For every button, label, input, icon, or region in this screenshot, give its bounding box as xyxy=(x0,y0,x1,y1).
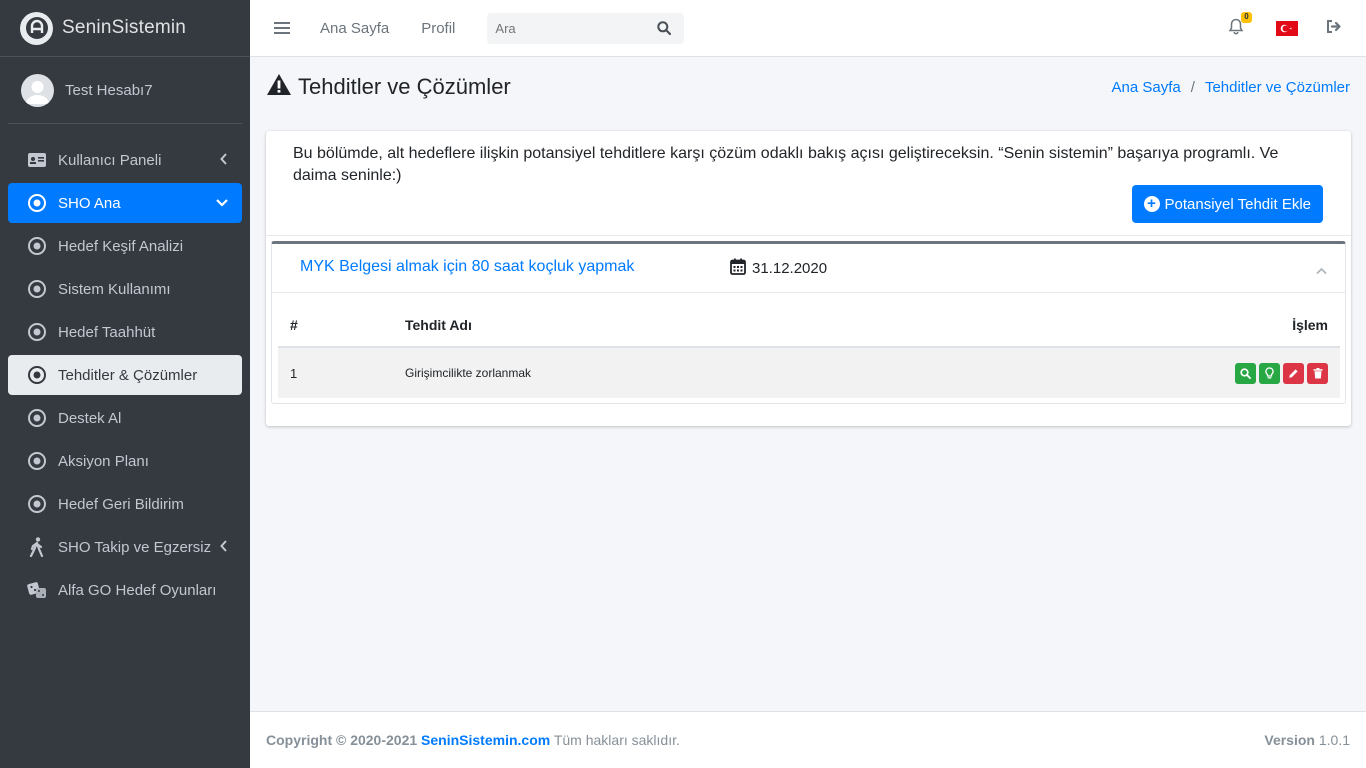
goal-date-text: 31.12.2020 xyxy=(752,260,828,277)
row-num: 1 xyxy=(290,365,298,381)
sidebar-item-hedef-geri-bildirim[interactable]: Hedef Geri Bildirim xyxy=(8,484,242,524)
search-box xyxy=(487,12,685,44)
footer-version: Version 1.0.1 xyxy=(1264,732,1350,748)
col-name-header: Tehdit Adı xyxy=(405,317,472,333)
brand-name: SeninSistemin xyxy=(62,17,187,38)
page-title: Tehditler ve Çözümler xyxy=(266,73,511,102)
sidebar-item-label: SHO Ana xyxy=(58,194,121,212)
solution-lightbulb-button[interactable] xyxy=(1259,362,1280,384)
warning-icon xyxy=(266,73,292,102)
dot-circle-icon xyxy=(26,493,48,515)
calendar-icon xyxy=(730,258,746,279)
hamburger-menu-icon[interactable] xyxy=(274,19,290,37)
sidebar-item-destek-al[interactable]: Destek Al xyxy=(8,398,242,438)
sidebar-item-tehditler-cozumler[interactable]: Tehditler & Çözümler xyxy=(8,355,242,395)
chevron-up-icon[interactable] xyxy=(1316,262,1327,280)
breadcrumb-current[interactable]: Tehditler ve Çözümler xyxy=(1205,79,1350,96)
bullseye-icon xyxy=(26,192,48,214)
plus-circle-icon: + xyxy=(1143,196,1160,212)
walking-icon xyxy=(26,536,48,558)
footer-copyright: Copyright © 2020-2021 SeninSistemin.com … xyxy=(266,732,680,748)
version-number: 1.0.1 xyxy=(1318,732,1350,748)
sidebar-item-label: Destek Al xyxy=(58,409,122,427)
turkey-flag-icon[interactable] xyxy=(1276,21,1298,36)
sidebar-item-aksiyon-plani[interactable]: Aksiyon Planı xyxy=(8,441,242,481)
chevron-left-icon xyxy=(220,152,228,169)
sidebar-item-sho-ana[interactable]: SHO Ana xyxy=(8,183,242,223)
dot-circle-icon xyxy=(26,321,48,343)
version-label: Version xyxy=(1264,732,1315,748)
sidebar-item-alfa-go[interactable]: Alfa GO Hedef Oyunları xyxy=(8,570,242,610)
footer-site-link[interactable]: SeninSistemin.com xyxy=(421,732,550,748)
sidebar-item-label: Aksiyon Planı xyxy=(58,452,149,470)
sidebar-item-hedef-taahhut[interactable]: Hedef Taahhüt xyxy=(8,312,242,352)
search-input[interactable] xyxy=(487,12,648,44)
page-header: Tehditler ve Çözümler Ana Sayfa / Tehdit… xyxy=(250,57,1366,117)
dot-circle-icon xyxy=(26,364,48,386)
goal-title-link[interactable]: MYK Belgesi almak için 80 saat koçluk ya… xyxy=(300,258,634,276)
avatar xyxy=(21,73,54,107)
user-panel[interactable]: Test Hesabı7 xyxy=(8,57,242,124)
delete-button[interactable] xyxy=(1307,362,1328,384)
view-button[interactable] xyxy=(1235,362,1256,384)
notification-bell-icon[interactable]: 0 xyxy=(1228,11,1252,40)
top-right-tools: 0 xyxy=(1228,0,1366,57)
goal-date: 31.12.2020 xyxy=(730,258,827,279)
top-link-profil[interactable]: Profil xyxy=(421,20,455,37)
sidebar-item-label: Hedef Geri Bildirim xyxy=(58,495,184,513)
edit-button[interactable] xyxy=(1283,362,1304,384)
id-card-icon xyxy=(26,149,48,171)
notification-count-badge: 0 xyxy=(1241,11,1252,23)
rights-text: Tüm hakları saklıdır. xyxy=(553,732,680,748)
add-threat-label: Potansiyel Tehdit Ekle xyxy=(1164,195,1311,213)
top-navbar: Ana Sayfa Profil 0 xyxy=(250,0,1366,57)
page-title-text: Tehditler ve Çözümler xyxy=(298,74,511,99)
threats-card: Bu bölümde, alt hedeflere ilişkin potans… xyxy=(266,131,1351,426)
dice-icon xyxy=(26,579,48,601)
breadcrumb-home[interactable]: Ana Sayfa xyxy=(1112,79,1181,96)
sidebar-item-label: Hedef Taahhüt xyxy=(58,323,156,341)
copyright-text: Copyright © 2020-2021 xyxy=(266,732,418,748)
chevron-down-icon xyxy=(216,195,228,212)
sidebar-item-label: Alfa GO Hedef Oyunları xyxy=(58,581,217,599)
footer: Copyright © 2020-2021 SeninSistemin.com … xyxy=(250,711,1366,768)
add-threat-button[interactable]: + Potansiyel Tehdit Ekle xyxy=(1131,185,1323,223)
sidebar: SeninSistemin Test Hesabı7 Kullanıcı Pan… xyxy=(0,0,250,768)
breadcrumb: Ana Sayfa / Tehditler ve Çözümler xyxy=(1112,79,1350,96)
top-link-ana-sayfa[interactable]: Ana Sayfa xyxy=(320,20,389,37)
dot-circle-icon xyxy=(26,450,48,472)
sidebar-nav: Kullanıcı Paneli SHO Ana Hedef Keşif Ana… xyxy=(0,124,250,610)
chevron-left-icon xyxy=(220,539,228,556)
sidebar-item-label: SHO Takip ve Egzersiz xyxy=(58,538,212,556)
goal-card: MYK Belgesi almak için 80 saat koçluk ya… xyxy=(271,241,1346,404)
row-actions xyxy=(1140,362,1340,384)
sidebar-item-hedef-kesif-analizi[interactable]: Hedef Keşif Analizi xyxy=(8,226,242,266)
sidebar-item-label: Hedef Keşif Analizi xyxy=(58,237,184,255)
user-name: Test Hesabı7 xyxy=(65,81,153,99)
threats-table: # Tehdit Adı İşlem 1 Girişimcilikte zorl… xyxy=(278,304,1340,398)
goal-card-header: MYK Belgesi almak için 80 saat koçluk ya… xyxy=(272,244,1345,293)
dot-circle-icon xyxy=(26,278,48,300)
col-num-header: # xyxy=(290,317,298,333)
sidebar-item-kullanici-paneli[interactable]: Kullanıcı Paneli xyxy=(8,140,242,180)
dot-circle-icon xyxy=(26,407,48,429)
sidebar-item-sistem-kullanimi[interactable]: Sistem Kullanımı xyxy=(8,269,242,309)
intro-text: Bu bölümde, alt hedeflere ilişkin potans… xyxy=(293,145,1279,184)
col-action-header: İşlem xyxy=(1292,317,1328,333)
sidebar-item-label: Tehditler & Çözümler xyxy=(58,366,198,384)
row-threat-name: Girişimcilikte zorlanmak xyxy=(405,366,532,380)
sidebar-item-label: Kullanıcı Paneli xyxy=(58,151,162,169)
dot-circle-icon xyxy=(26,235,48,257)
table-header: # Tehdit Adı İşlem xyxy=(278,304,1340,348)
brand-logo-icon xyxy=(20,11,53,45)
search-icon[interactable] xyxy=(647,13,681,44)
card-intro: Bu bölümde, alt hedeflere ilişkin potans… xyxy=(266,131,1351,236)
table-row: 1 Girişimcilikte zorlanmak xyxy=(278,348,1340,398)
sidebar-item-sho-takip[interactable]: SHO Takip ve Egzersiz xyxy=(8,527,242,567)
breadcrumb-separator: / xyxy=(1190,78,1195,96)
logout-icon[interactable] xyxy=(1326,19,1342,39)
sidebar-item-label: Sistem Kullanımı xyxy=(58,280,171,298)
brand[interactable]: SeninSistemin xyxy=(0,0,250,57)
content-wrapper: Tehditler ve Çözümler Ana Sayfa / Tehdit… xyxy=(250,57,1366,711)
